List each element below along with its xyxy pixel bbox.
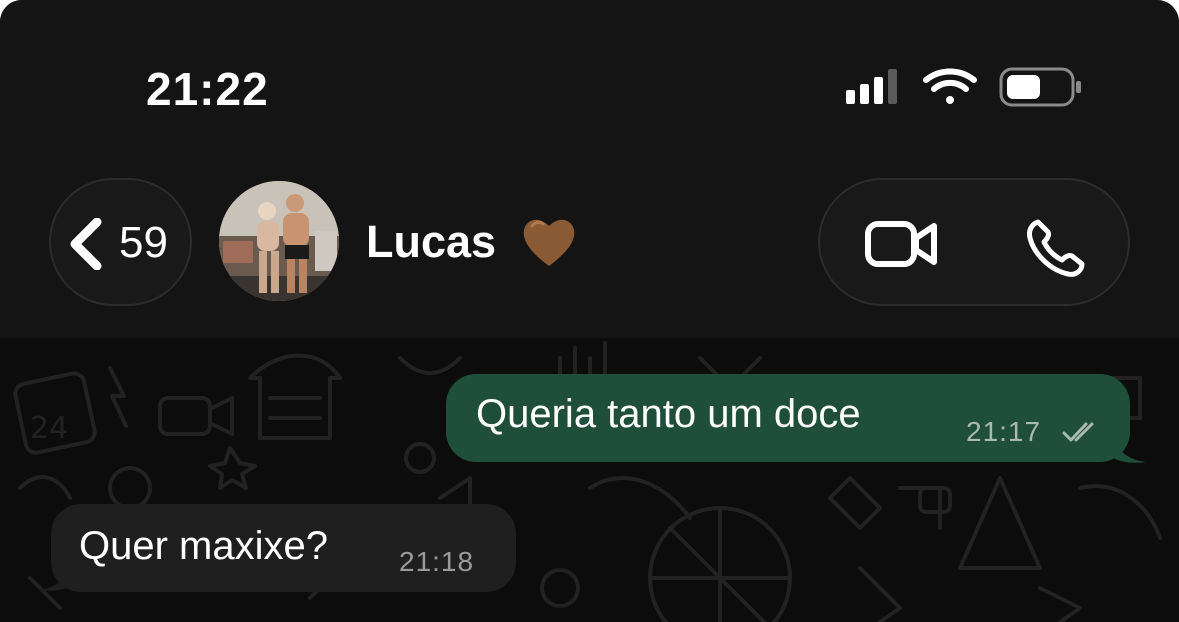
cellular-signal-icon xyxy=(846,69,897,104)
chat-screen: 21:22 59 Lucas 24 Queria tanto um doce 2… xyxy=(0,0,1179,622)
avatar[interactable] xyxy=(219,181,339,301)
outgoing-bubble-tail xyxy=(1110,434,1146,463)
incoming-bubble-tail xyxy=(38,562,74,591)
message-time: 21:18 xyxy=(399,546,475,577)
chat-area[interactable]: 24 Queria tanto um doce 21:17 Quer maxix… xyxy=(0,338,1179,622)
chat-header: 21:22 59 Lucas xyxy=(0,0,1179,338)
message-text: Queria tanto um doce xyxy=(476,392,861,436)
wifi-icon xyxy=(923,68,977,104)
back-button[interactable]: 59 xyxy=(49,178,192,306)
outgoing-message[interactable]: Queria tanto um doce 21:17 xyxy=(446,374,1130,462)
phone-call-icon[interactable] xyxy=(1024,216,1088,280)
contact-name[interactable]: Lucas xyxy=(366,216,496,268)
call-actions xyxy=(818,178,1130,306)
video-call-icon[interactable] xyxy=(864,216,940,272)
read-ticks-icon xyxy=(1062,422,1094,442)
battery-icon xyxy=(999,67,1081,107)
status-time: 21:22 xyxy=(146,63,269,115)
svg-text:24: 24 xyxy=(30,411,68,446)
chevron-left-icon xyxy=(70,218,102,270)
brown-heart-icon xyxy=(523,219,575,266)
avatar-photo xyxy=(219,181,339,301)
unread-count: 59 xyxy=(119,218,168,267)
incoming-message[interactable]: Quer maxixe? 21:18 xyxy=(51,504,516,592)
status-icons xyxy=(846,67,1081,107)
message-text: Quer maxixe? xyxy=(79,524,328,568)
message-time: 21:17 xyxy=(966,416,1042,447)
